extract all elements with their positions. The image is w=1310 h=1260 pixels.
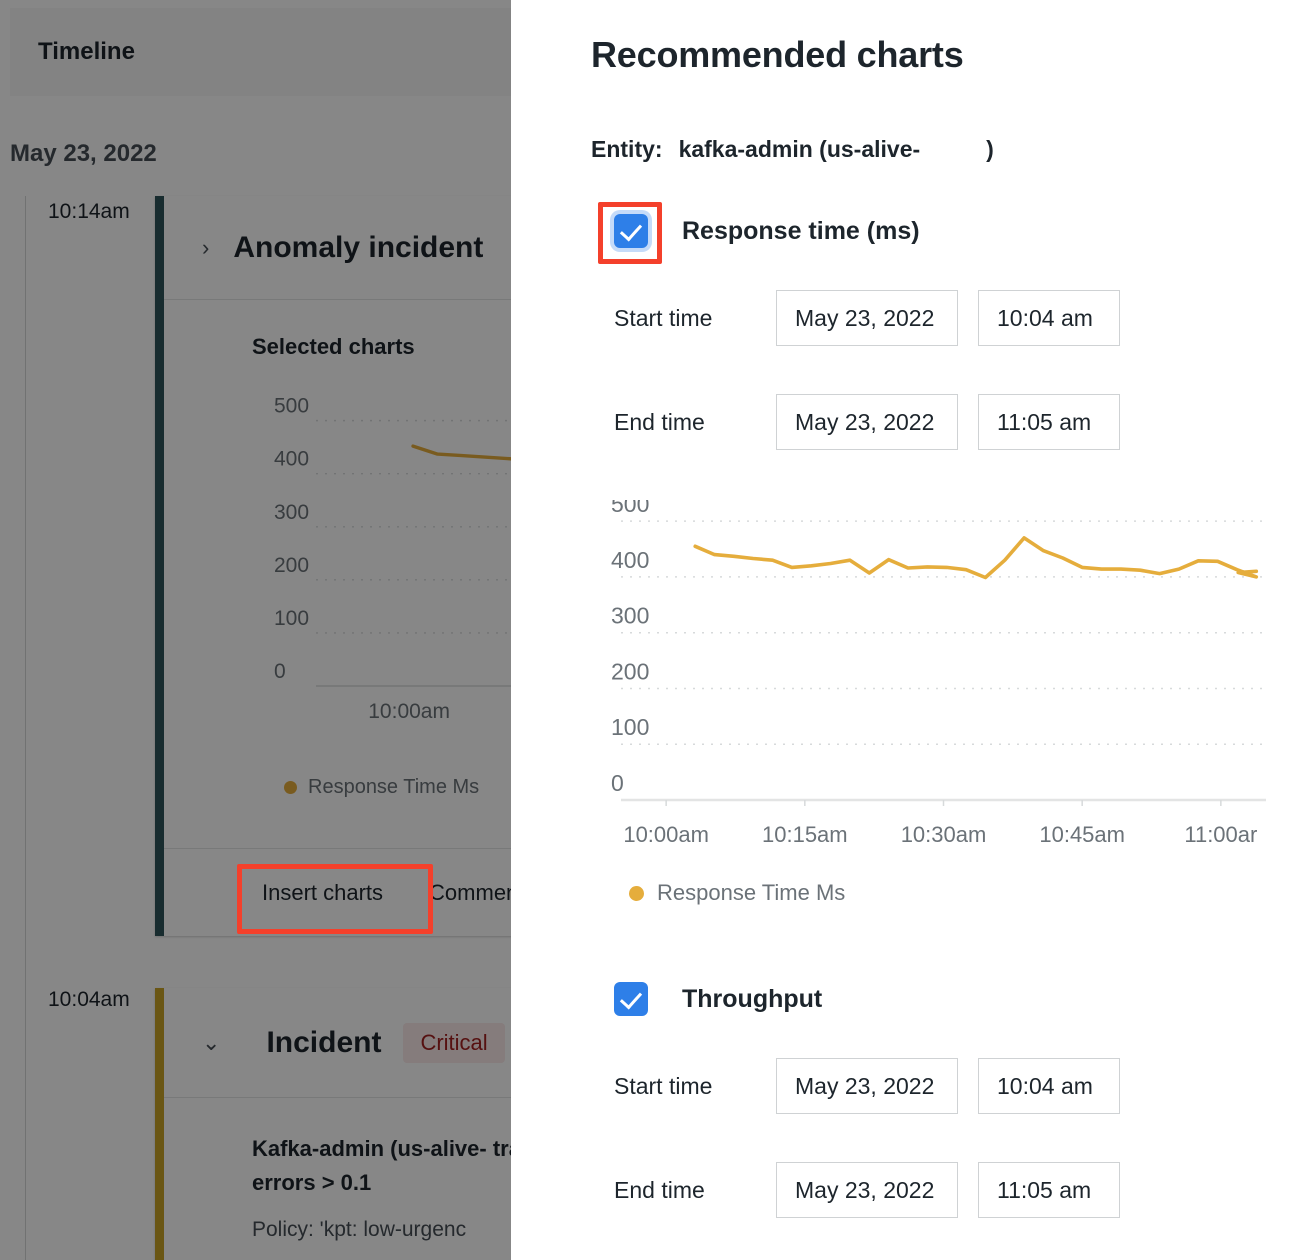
anomaly-incident-card[interactable]: › Anomaly incident Selected charts 0 100 2… — [155, 196, 511, 936]
start-date-field-response-time[interactable]: May 23, 2022 — [776, 290, 958, 346]
timeline-rail — [25, 196, 26, 1260]
svg-text:400: 400 — [611, 547, 649, 573]
start-time-row-response-time: Start time May 23, 2022 10:04 am — [614, 290, 1120, 346]
legend-color-dot-icon — [284, 781, 297, 794]
timeline-date-group: May 23, 2022 — [10, 140, 157, 167]
selected-charts-heading: Selected charts — [252, 334, 415, 359]
chart-x-axis-labels: 10:00am 10:15am 10:30am 10:45am 11:00ar — [611, 822, 1271, 856]
anomaly-incident-title: Anomaly incident — [233, 230, 484, 264]
end-date-field-response-time[interactable]: May 23, 2022 — [776, 394, 958, 450]
svg-text:0: 0 — [611, 770, 624, 796]
incident-policy-text: Policy: 'kpt: low-urgenc — [252, 1218, 467, 1242]
svg-text:500: 500 — [274, 396, 309, 418]
svg-text:100: 100 — [274, 607, 309, 630]
timeline-event-time: 10:14am — [48, 200, 130, 223]
incident-condition-text: Kafka-admin (us-alive- transaction error… — [252, 1136, 511, 1196]
end-time-row-throughput: End time May 23, 2022 11:05 am — [614, 1162, 1120, 1218]
metric-row-throughput: Throughput — [614, 982, 822, 1016]
svg-text:100: 100 — [611, 714, 649, 740]
svg-text:200: 200 — [611, 658, 649, 684]
end-clock-field-response-time[interactable]: 11:05 am — [978, 394, 1120, 450]
response-time-chart-legend: Response Time Ms — [629, 880, 845, 906]
svg-text:500: 500 — [611, 500, 649, 517]
app-root: Timeline May 23, 2022 10:14am › Anomaly … — [0, 0, 1310, 1260]
selected-charts-legend: Response Time Ms — [284, 776, 479, 799]
incident-title: Incident — [266, 1025, 382, 1059]
legend-color-dot-icon — [629, 885, 644, 901]
svg-text:400: 400 — [274, 448, 309, 471]
anomaly-incident-header[interactable]: › Anomaly incident — [164, 196, 511, 300]
selected-charts-line-chart: 0100200300400500 10:00am10 — [274, 396, 511, 723]
page-title: Recommended charts — [591, 34, 964, 75]
incident-body: Kafka-admin (us-alive- transaction error… — [164, 1098, 511, 1242]
start-clock-field-response-time[interactable]: 10:04 am — [978, 290, 1120, 346]
metric-label-response-time: Response time (ms) — [682, 216, 920, 245]
svg-text:10:00am: 10:00am — [368, 700, 450, 723]
anomaly-incident-actions: Insert charts Comment — [164, 848, 511, 936]
chevron-right-icon[interactable]: › — [202, 235, 209, 261]
x-axis-tick-label: 11:00ar — [1184, 822, 1258, 847]
end-time-label: End time — [614, 1176, 705, 1203]
end-date-field-throughput[interactable]: May 23, 2022 — [776, 1162, 958, 1218]
x-axis-tick-label: 10:30am — [900, 822, 987, 847]
entity-value-suffix: ) — [986, 136, 994, 162]
legend-label: Response Time Ms — [657, 880, 846, 905]
insert-charts-button[interactable]: Insert charts — [250, 872, 395, 914]
response-time-line-chart: 0 100 200 300 400 500 — [611, 500, 1266, 806]
end-time-row-response-time: End time May 23, 2022 11:05 am — [614, 394, 1120, 450]
entity-value-prefix: kafka-admin (us-alive- — [678, 136, 921, 162]
start-time-label: Start time — [614, 304, 713, 331]
start-clock-field-throughput[interactable]: 10:04 am — [978, 1058, 1120, 1114]
incident-header[interactable]: ⌄ Incident Critical — [164, 988, 511, 1098]
checkbox-response-time[interactable] — [614, 214, 648, 248]
metric-row-response-time: Response time (ms) — [614, 214, 920, 248]
x-axis-tick-label: 10:00am — [623, 822, 709, 847]
incident-card[interactable]: ⌄ Incident Critical Kafka-admin (us-aliv… — [155, 988, 511, 1260]
comment-button[interactable]: Comment — [417, 872, 511, 914]
checkbox-throughput[interactable] — [614, 982, 648, 1016]
x-axis-tick-label: 10:15am — [762, 822, 848, 847]
svg-text:300: 300 — [611, 603, 649, 629]
timeline-panel: Timeline May 23, 2022 10:14am › Anomaly … — [0, 0, 511, 1260]
timeline-header: Timeline — [10, 8, 511, 96]
status-badge-critical: Critical — [403, 1022, 505, 1063]
start-time-row-throughput: Start time May 23, 2022 10:04 am — [614, 1058, 1120, 1114]
end-time-label: End time — [614, 408, 705, 435]
entity-label: Entity: — [591, 136, 663, 162]
entity-row: Entity: kafka-admin (us-alive- ) — [591, 136, 994, 163]
legend-label: Response Time Ms — [308, 776, 480, 798]
chevron-down-icon[interactable]: ⌄ — [202, 1030, 220, 1056]
start-date-field-throughput[interactable]: May 23, 2022 — [776, 1058, 958, 1114]
svg-text:0: 0 — [274, 660, 286, 683]
start-time-label: Start time — [614, 1072, 713, 1099]
metric-label-throughput: Throughput — [682, 984, 823, 1013]
timeline-header-title: Timeline — [38, 38, 135, 65]
svg-text:200: 200 — [274, 554, 309, 577]
timeline-event-time: 10:04am — [48, 988, 130, 1011]
svg-text:300: 300 — [274, 501, 309, 524]
recommended-charts-panel: Recommended charts Entity: kafka-admin (… — [511, 0, 1310, 1260]
x-axis-tick-label: 10:45am — [1039, 822, 1125, 847]
end-clock-field-throughput[interactable]: 11:05 am — [978, 1162, 1120, 1218]
